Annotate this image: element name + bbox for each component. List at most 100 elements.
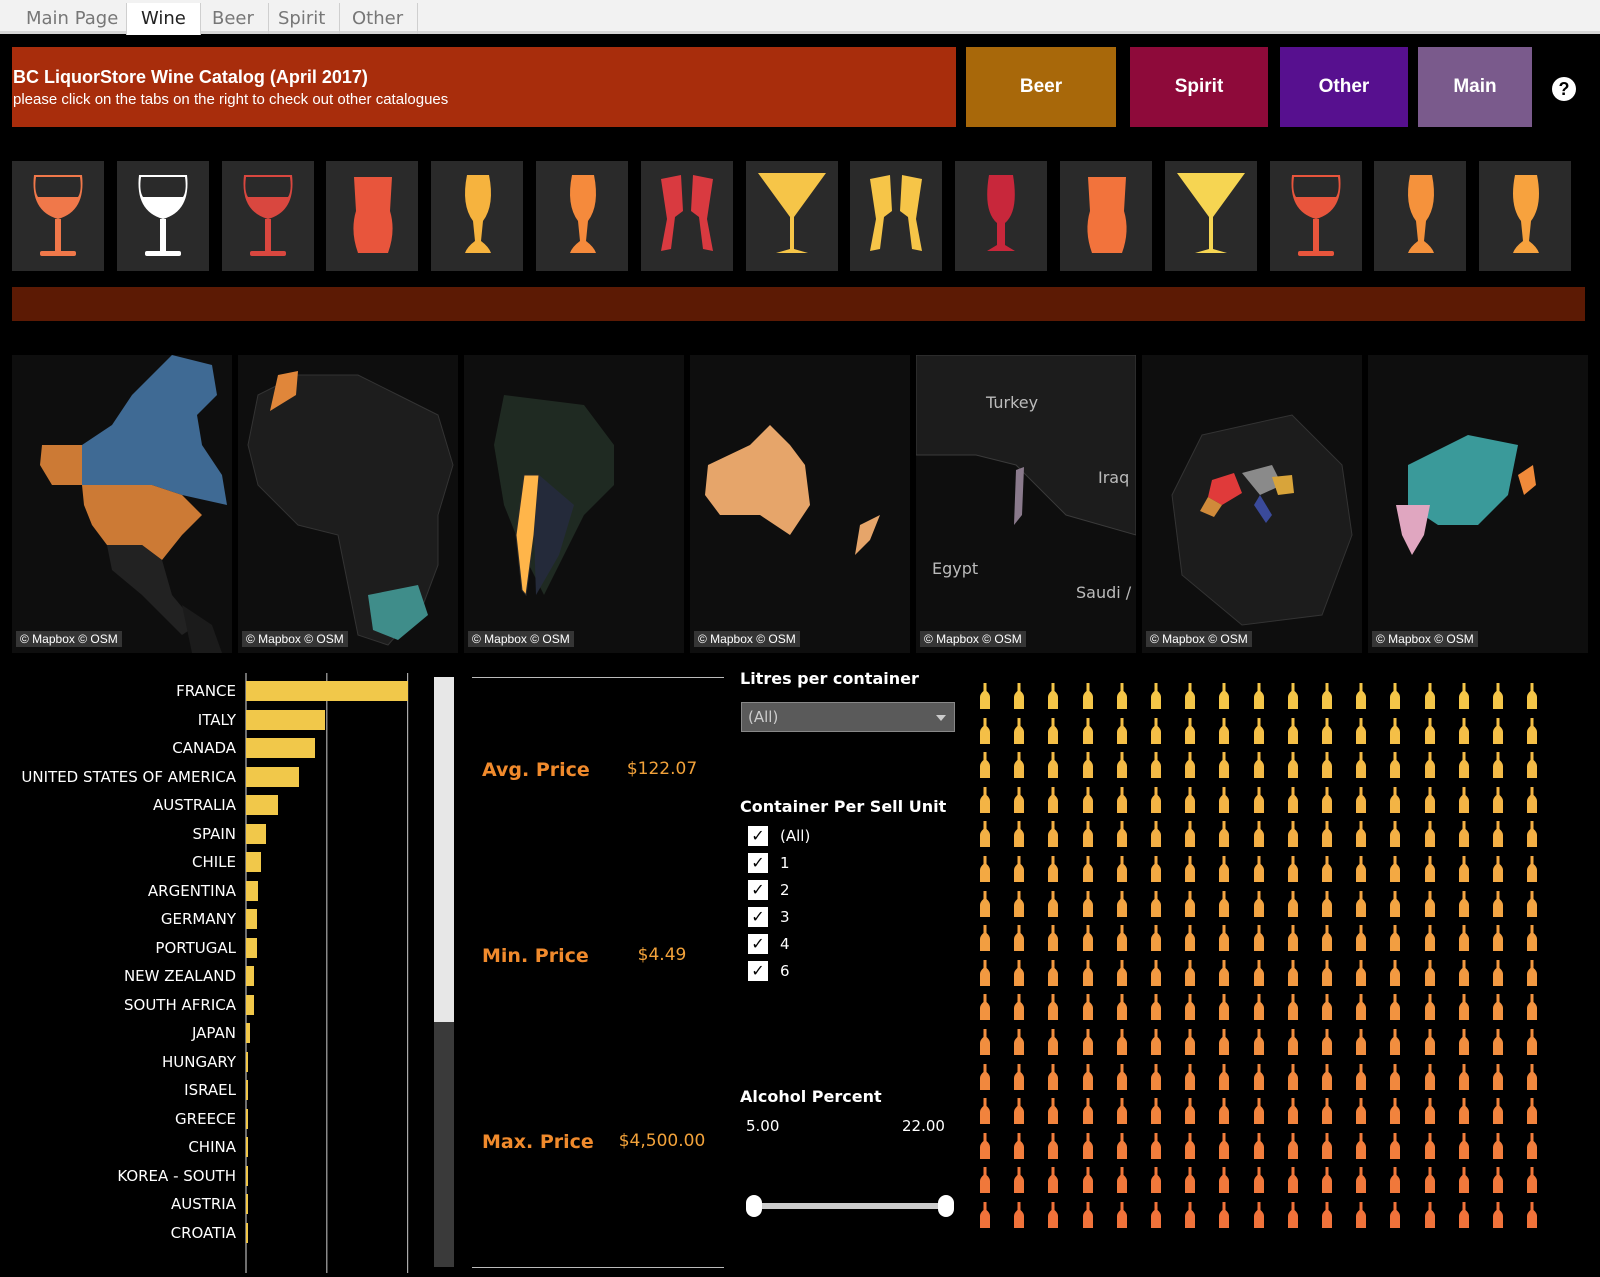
- country-bar[interactable]: [246, 966, 255, 986]
- wine-bottle-icon[interactable]: [1116, 856, 1127, 887]
- wine-bottle-icon[interactable]: [1356, 1029, 1367, 1060]
- wine-bottle-icon[interactable]: [1356, 856, 1367, 887]
- wine-bottle-icon[interactable]: [1424, 683, 1435, 714]
- checkmark-icon[interactable]: ✓: [748, 880, 768, 900]
- wine-bottle-icon[interactable]: [1048, 683, 1059, 714]
- wine-bottle-icon[interactable]: [1082, 1063, 1093, 1095]
- wine-bottle-icon[interactable]: [1185, 1098, 1196, 1129]
- tulip-glass-icon[interactable]: [1479, 161, 1572, 271]
- wine-bottle-icon[interactable]: [1493, 1098, 1503, 1129]
- wine-bottle-icon[interactable]: [1287, 1167, 1298, 1198]
- wine-bottle-icon[interactable]: [1219, 786, 1230, 818]
- wine-bottle-icon[interactable]: [1253, 925, 1264, 956]
- wine-bottle-icon[interactable]: [1322, 959, 1332, 991]
- wine-bottle-icon[interactable]: [1082, 786, 1093, 818]
- wine-bottle-icon[interactable]: [1390, 925, 1401, 956]
- wine-bottle-icon[interactable]: [1219, 752, 1230, 783]
- wine-bottle-icon[interactable]: [1014, 1029, 1025, 1060]
- wine-bottle-icon[interactable]: [1527, 890, 1538, 922]
- wine-bottle-icon[interactable]: [1424, 752, 1435, 783]
- wine-bottle-icon[interactable]: [1082, 925, 1093, 956]
- wine-bottle-icon[interactable]: [1151, 890, 1161, 922]
- wine-bottle-icon[interactable]: [1219, 994, 1230, 1025]
- wine-bottle-icon[interactable]: [1287, 1098, 1298, 1129]
- wine-glass-icon[interactable]: [1269, 161, 1362, 271]
- toast-glasses-icon[interactable]: [640, 161, 733, 271]
- checkmark-icon[interactable]: ✓: [748, 907, 768, 927]
- wine-bottle-icon[interactable]: [1253, 1202, 1264, 1233]
- wine-bottle-icon[interactable]: [1356, 959, 1367, 991]
- wine-bottle-icon[interactable]: [980, 1029, 990, 1060]
- wine-bottle-icon[interactable]: [1082, 752, 1093, 783]
- wine-bottle-icon[interactable]: [1185, 1063, 1196, 1095]
- wine-bottle-icon[interactable]: [1390, 1132, 1401, 1164]
- wine-bottle-icon[interactable]: [1219, 1132, 1230, 1164]
- wine-bottle-icon[interactable]: [1527, 856, 1538, 887]
- wine-bottle-icon[interactable]: [1219, 890, 1230, 922]
- country-bar[interactable]: [246, 1051, 248, 1072]
- wine-bottle-icon[interactable]: [1253, 959, 1264, 991]
- wine-bottle-icon[interactable]: [1527, 994, 1538, 1025]
- wine-bottle-icon[interactable]: [1151, 925, 1161, 956]
- wine-bottle-icon[interactable]: [1014, 959, 1025, 991]
- wine-bottle-icon[interactable]: [1458, 1029, 1469, 1060]
- wine-bottle-icon[interactable]: [1082, 821, 1093, 852]
- wine-bottle-icon[interactable]: [1390, 1202, 1401, 1233]
- wine-bottle-icon[interactable]: [1527, 1063, 1538, 1095]
- wine-bottle-icon[interactable]: [1185, 1132, 1196, 1164]
- wine-bottle-icon[interactable]: [1116, 1167, 1127, 1198]
- wine-bottle-icon[interactable]: [1082, 959, 1093, 991]
- wine-bottle-icon[interactable]: [980, 890, 990, 922]
- wine-bottle-icon[interactable]: [1287, 717, 1298, 749]
- wine-bottle-icon[interactable]: [1185, 786, 1196, 818]
- wine-bottle-icon[interactable]: [1390, 1029, 1401, 1060]
- wine-bottle-icon[interactable]: [1219, 717, 1230, 749]
- tulip-glass-icon[interactable]: [431, 161, 524, 271]
- map-oceania[interactable]: © Mapbox © OSM: [690, 355, 910, 653]
- wine-bottle-icon[interactable]: [1527, 1132, 1538, 1164]
- wine-bottle-icon[interactable]: [1424, 1063, 1435, 1095]
- wine-bottle-icon[interactable]: [1253, 786, 1264, 818]
- wine-bottle-icon[interactable]: [1185, 717, 1196, 749]
- wine-bottle-icon[interactable]: [1048, 856, 1059, 887]
- alcohol-slider-min-handle[interactable]: [746, 1195, 762, 1217]
- wine-bottle-icon[interactable]: [980, 856, 990, 887]
- tab-spirit[interactable]: Spirit: [264, 3, 341, 34]
- wine-bottle-icon[interactable]: [1151, 959, 1161, 991]
- wine-bottle-icon[interactable]: [1390, 683, 1401, 714]
- wine-bottle-icon[interactable]: [1116, 1202, 1127, 1233]
- wine-bottle-icon[interactable]: [1493, 1063, 1503, 1095]
- wine-bottle-icon[interactable]: [1458, 994, 1469, 1025]
- wine-bottle-icon[interactable]: [1458, 683, 1469, 714]
- wine-bottle-icon[interactable]: [1014, 752, 1025, 783]
- wine-bottle-icon[interactable]: [1424, 994, 1435, 1025]
- wine-bottle-icon[interactable]: [1424, 786, 1435, 818]
- wine-bottle-icon[interactable]: [1287, 890, 1298, 922]
- martini-glass-icon[interactable]: [1164, 161, 1257, 271]
- wine-bottle-icon[interactable]: [1424, 925, 1435, 956]
- country-bar[interactable]: [246, 994, 254, 1015]
- wine-bottle-icon[interactable]: [1151, 752, 1161, 783]
- wine-bottle-icon[interactable]: [1493, 925, 1503, 956]
- wine-bottle-icon[interactable]: [1116, 683, 1127, 714]
- alcohol-slider-track[interactable]: [752, 1203, 948, 1209]
- wine-bottle-icon[interactable]: [1014, 1063, 1025, 1095]
- map-north-america[interactable]: © Mapbox © OSM: [12, 355, 232, 653]
- wine-bottle-icon[interactable]: [1322, 752, 1332, 783]
- country-bar[interactable]: [246, 766, 299, 787]
- wine-bottle-icon[interactable]: [1356, 752, 1367, 783]
- wine-bottle-icon[interactable]: [1253, 890, 1264, 922]
- tab-other[interactable]: Other: [338, 3, 419, 34]
- wine-bottle-icon[interactable]: [1493, 1029, 1503, 1060]
- wine-bottle-icon[interactable]: [1287, 959, 1298, 991]
- country-bar[interactable]: [246, 709, 325, 730]
- wine-bottle-icon[interactable]: [1253, 1098, 1264, 1129]
- wine-bottle-icon[interactable]: [1390, 1167, 1401, 1198]
- wine-bottle-icon[interactable]: [1287, 821, 1298, 852]
- beer-button[interactable]: Beer: [966, 47, 1116, 127]
- wine-bottle-icon[interactable]: [1151, 1132, 1161, 1164]
- wine-bottle-icon[interactable]: [1219, 1029, 1230, 1060]
- wine-bottle-icon[interactable]: [1048, 925, 1059, 956]
- wine-bottle-icon[interactable]: [1116, 821, 1127, 852]
- wine-bottle-icon[interactable]: [1493, 1202, 1503, 1233]
